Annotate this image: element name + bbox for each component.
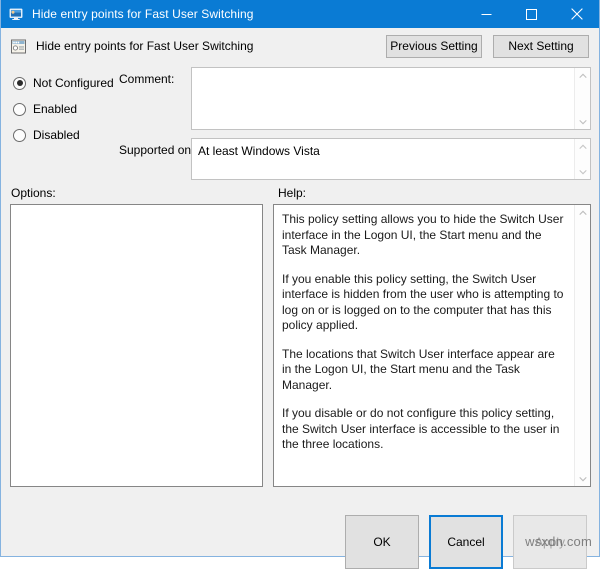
policy-header: Hide entry points for Fast User Switchin… bbox=[1, 28, 599, 64]
comment-label: Comment: bbox=[119, 72, 175, 86]
scroll-down-icon[interactable] bbox=[576, 473, 589, 484]
scroll-down-icon[interactable] bbox=[576, 166, 589, 177]
radio-not-configured[interactable]: Not Configured bbox=[13, 70, 123, 96]
next-setting-button[interactable]: Next Setting bbox=[493, 34, 589, 58]
help-paragraph: This policy setting allows you to hide t… bbox=[282, 212, 564, 257]
dialog-footer: OK Cancel Apply wsxdn.com bbox=[1, 502, 599, 569]
radio-label-not-configured: Not Configured bbox=[33, 76, 114, 90]
scroll-down-icon[interactable] bbox=[576, 116, 589, 127]
help-paragraph: If you disable or do not configure this … bbox=[282, 406, 560, 451]
scroll-up-icon[interactable] bbox=[576, 141, 589, 152]
cancel-button[interactable]: Cancel bbox=[429, 515, 503, 569]
policy-title: Hide entry points for Fast User Switchin… bbox=[36, 39, 254, 53]
monitor-display-icon bbox=[8, 6, 24, 22]
panels-row: This policy setting allows you to hide t… bbox=[1, 204, 599, 502]
panel-headings: Options: Help: bbox=[1, 182, 599, 204]
supported-on-field: At least Windows Vista bbox=[191, 138, 591, 180]
comment-field[interactable] bbox=[191, 67, 591, 130]
close-button[interactable] bbox=[554, 0, 599, 28]
comment-scrollbar[interactable] bbox=[574, 68, 590, 129]
policy-setting-icon bbox=[10, 38, 27, 55]
ok-button[interactable]: OK bbox=[345, 515, 419, 569]
maximize-button[interactable] bbox=[509, 0, 554, 28]
radio-enabled[interactable]: Enabled bbox=[13, 96, 123, 122]
supported-on-label: Supported on: bbox=[119, 143, 195, 157]
radio-indicator-disabled[interactable] bbox=[13, 128, 26, 142]
supported-on-value: At least Windows Vista bbox=[198, 144, 320, 158]
help-panel: This policy setting allows you to hide t… bbox=[273, 204, 591, 487]
options-panel bbox=[10, 204, 263, 487]
help-scrollbar[interactable] bbox=[574, 205, 590, 486]
radio-label-enabled: Enabled bbox=[33, 102, 78, 116]
radio-indicator-not-configured[interactable] bbox=[13, 76, 26, 90]
supported-on-scrollbar[interactable] bbox=[574, 139, 590, 179]
watermark: wsxdn.com bbox=[525, 534, 592, 549]
policy-state-and-metadata: Not Configured Enabled Disabled Comment: bbox=[1, 64, 599, 182]
radio-disabled[interactable]: Disabled bbox=[13, 122, 123, 148]
policy-setting-dialog: Hide entry points for Fast User Switchin… bbox=[0, 0, 600, 569]
title-bar-text: Hide entry points for Fast User Switchin… bbox=[32, 7, 254, 21]
help-label: Help: bbox=[278, 186, 307, 200]
radio-indicator-enabled[interactable] bbox=[13, 102, 26, 116]
radio-label-disabled: Disabled bbox=[33, 128, 80, 142]
help-paragraph: The locations that Switch User interface… bbox=[282, 346, 555, 392]
options-panel-content bbox=[11, 205, 262, 486]
help-panel-content: This policy setting allows you to hide t… bbox=[274, 205, 574, 486]
previous-setting-button[interactable]: Previous Setting bbox=[386, 34, 482, 58]
help-paragraph: If you enable this policy setting, the S… bbox=[282, 271, 564, 333]
minimize-button[interactable] bbox=[464, 0, 509, 28]
title-bar: Hide entry points for Fast User Switchin… bbox=[1, 0, 599, 28]
scroll-up-icon[interactable] bbox=[576, 70, 589, 81]
policy-state-radio-group: Not Configured Enabled Disabled bbox=[13, 70, 123, 148]
scroll-up-icon[interactable] bbox=[576, 207, 589, 218]
setting-navigation: Previous Setting Next Setting bbox=[386, 34, 589, 58]
options-label: Options: bbox=[11, 186, 56, 200]
comment-input[interactable] bbox=[192, 68, 574, 129]
window-controls bbox=[464, 0, 599, 28]
